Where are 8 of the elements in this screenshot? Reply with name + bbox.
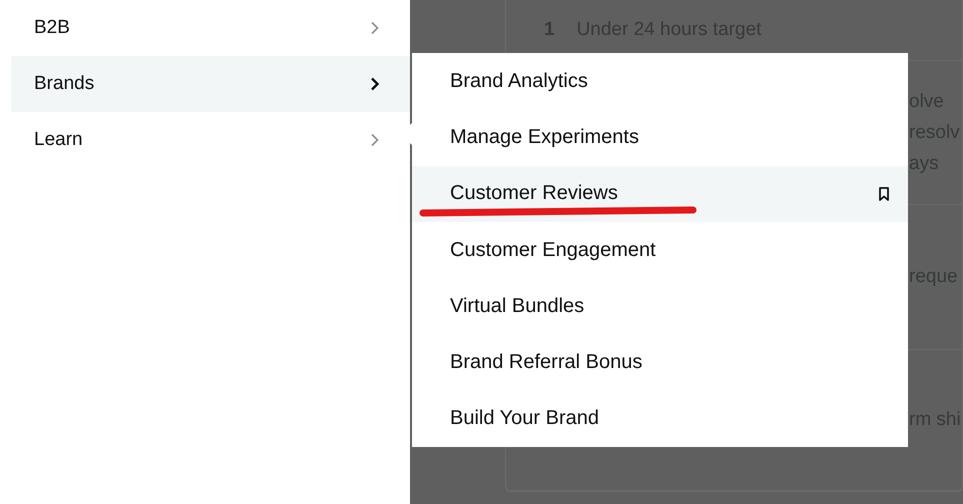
chevron-right-icon (370, 21, 380, 35)
chevron-right-icon (370, 133, 380, 147)
bookmark-icon[interactable] (878, 186, 890, 201)
submenu-item[interactable]: Customer Reviews (412, 166, 908, 222)
chevron-right-icon (370, 77, 380, 91)
nav-item[interactable]: Brands (11, 56, 410, 112)
nav-item[interactable]: B2B (11, 0, 410, 56)
nav-item[interactable]: Learn (11, 112, 410, 168)
